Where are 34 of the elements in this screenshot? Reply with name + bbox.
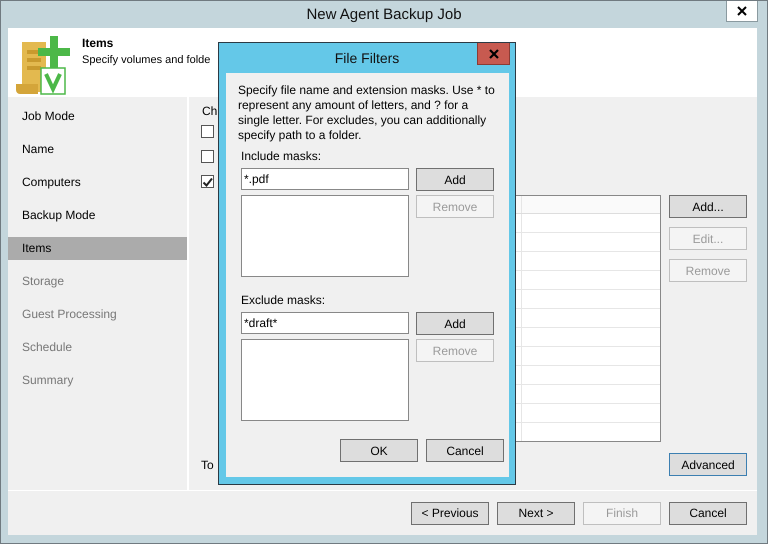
close-button[interactable] — [726, 1, 758, 22]
footer-button[interactable]: Next > — [497, 502, 575, 524]
mask-list[interactable] — [241, 339, 409, 421]
sidebar-item[interactable]: Name — [8, 138, 187, 161]
list-button[interactable]: Add... — [669, 195, 747, 218]
checkbox[interactable] — [201, 175, 214, 188]
add-button[interactable]: Add — [416, 168, 494, 191]
sidebar-item[interactable]: Computers — [8, 171, 187, 194]
sidebar-item[interactable]: Backup Mode — [8, 204, 187, 227]
sidebar-item[interactable]: Job Mode — [8, 105, 187, 128]
footer-button[interactable]: < Previous — [411, 502, 489, 524]
description-text: Specify file name and extension masks. Use * to represent any amount of letters, and ? for a single letter. For excludes, you can additionally specify path to a folder. — [238, 83, 496, 143]
add-button[interactable]: Add — [416, 312, 494, 335]
field-label: Include masks: — [241, 149, 322, 164]
close-icon — [737, 6, 747, 16]
dialog-button[interactable]: Cancel — [426, 439, 504, 462]
header-subtitle: Specify volumes and folde — [82, 54, 210, 66]
footer-button[interactable]: Cancel — [669, 502, 747, 524]
dialog-button[interactable]: OK — [340, 439, 418, 462]
close-icon — [488, 48, 498, 58]
sidebar-item[interactable]: Items — [8, 237, 187, 260]
mask-input-field[interactable]: *draft* — [241, 312, 409, 334]
checkbox[interactable] — [201, 125, 214, 138]
section-label: To — [201, 456, 214, 472]
field-label: Exclude masks: — [241, 293, 326, 308]
mask-list[interactable] — [241, 195, 409, 277]
dialog-title: File Filters — [334, 50, 400, 66]
checkbox[interactable] — [201, 150, 214, 163]
window-title: New Agent Backup Job — [306, 6, 462, 23]
mask-input-field[interactable]: *.pdf — [241, 168, 409, 190]
section-label: Ch — [202, 103, 218, 119]
header-title: Items — [82, 36, 114, 50]
advanced-button[interactable]: Advanced — [669, 453, 747, 476]
check-icon — [202, 176, 213, 186]
